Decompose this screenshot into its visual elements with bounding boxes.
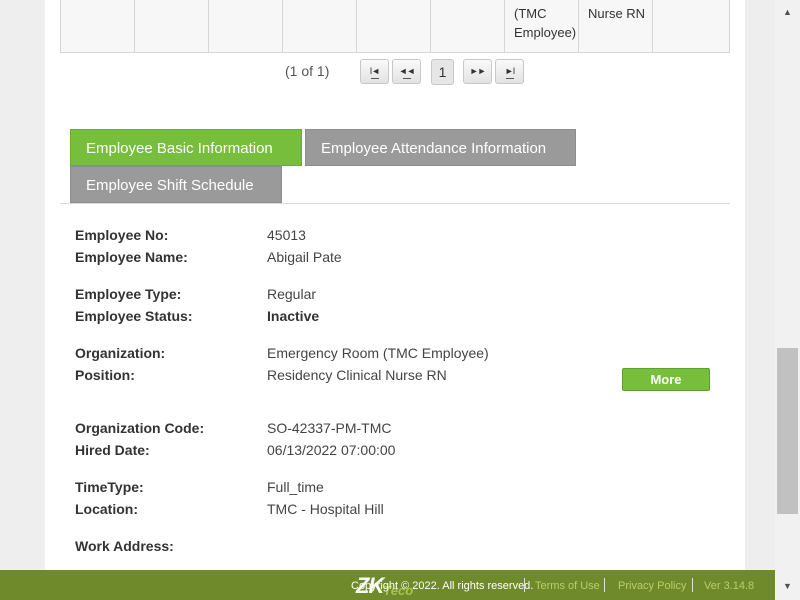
employee-name-value: Abigail Pate (267, 249, 342, 265)
privacy-policy-link[interactable]: Privacy Policy (618, 580, 686, 592)
table-cell (653, 0, 729, 52)
employee-panel: (TMC Employee) Nurse RN (1 of 1) I◄ ◄◄ 1… (45, 0, 745, 570)
organization-value: Emergency Room (TMC Employee) (267, 345, 489, 361)
employee-no-label: Employee No: (75, 227, 169, 243)
work-address-label: Work Address: (75, 538, 174, 554)
page-info: (1 of 1) (285, 63, 330, 79)
last-page-button[interactable]: ►I (495, 59, 524, 84)
organization-code-value: SO-42337-PM-TMC (267, 420, 392, 436)
employee-status-value: Inactive (267, 308, 320, 324)
table-cell (357, 0, 431, 52)
employee-table-fragment: (TMC Employee) Nurse RN (60, 0, 730, 53)
scroll-down-arrow-icon[interactable]: ▼ (775, 576, 800, 596)
employee-no-value: 45013 (267, 227, 306, 243)
time-type-label: TimeType: (75, 479, 144, 495)
scrollbar-thumb[interactable] (777, 348, 798, 514)
table-cell: (TMC Employee) (505, 0, 579, 52)
version-text: Ver 3.14.8 (704, 580, 755, 592)
tab-divider (60, 203, 730, 204)
more-button[interactable]: More (622, 368, 710, 391)
table-cell (283, 0, 357, 52)
first-page-button[interactable]: I◄ (360, 59, 389, 84)
page-number-button[interactable]: 1 (431, 59, 454, 85)
footer: ZKTeco Copyright © 2022. All rights rese… (0, 570, 775, 600)
employee-type-label: Employee Type: (75, 286, 182, 302)
time-type-value: Full_time (267, 479, 324, 495)
location-value: TMC - Hospital Hill (267, 501, 384, 517)
hired-date-label: Hired Date: (75, 442, 150, 458)
organization-code-label: Organization Code: (75, 420, 205, 436)
employee-name-label: Employee Name: (75, 249, 188, 265)
table-cell (431, 0, 505, 52)
table-cell (135, 0, 209, 52)
position-value: Residency Clinical Nurse RN (267, 367, 447, 383)
previous-page-button[interactable]: ◄◄ (392, 59, 421, 84)
organization-label: Organization: (75, 345, 166, 361)
table-cell (61, 0, 135, 52)
hired-date-value: 06/13/2022 07:00:00 (267, 442, 396, 458)
tab-employee-shift-schedule[interactable]: Employee Shift Schedule (70, 166, 282, 203)
position-label: Position: (75, 367, 135, 383)
footer-divider (524, 578, 525, 592)
paginator: (1 of 1) I◄ ◄◄ 1 ►► ►I (45, 58, 745, 86)
vertical-scrollbar[interactable]: ▲ ▼ (775, 0, 800, 600)
terms-of-use-link[interactable]: Terms of Use (535, 580, 600, 592)
location-label: Location: (75, 501, 138, 517)
next-page-button[interactable]: ►► (463, 59, 492, 84)
employee-type-value: Regular (267, 286, 317, 302)
tab-employee-attendance-information[interactable]: Employee Attendance Information (305, 129, 576, 166)
scroll-up-arrow-icon[interactable]: ▲ (775, 2, 800, 22)
table-cell: Nurse RN (579, 0, 653, 52)
footer-divider (604, 578, 605, 592)
copyright-text: Copyright © 2022. All rights reserved. (351, 580, 534, 592)
footer-divider (692, 578, 693, 592)
employee-status-label: Employee Status: (75, 308, 193, 324)
tab-employee-basic-information[interactable]: Employee Basic Information (70, 129, 302, 166)
table-cell (209, 0, 283, 52)
